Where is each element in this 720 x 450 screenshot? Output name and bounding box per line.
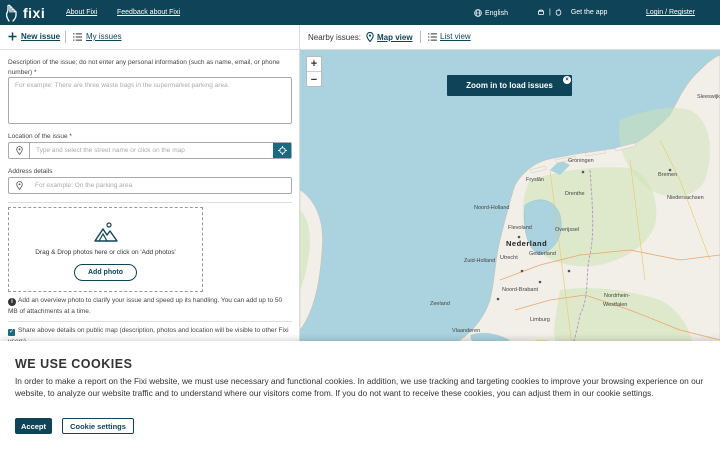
map-label-zuid-holland: Zuid-Holland: [464, 258, 496, 264]
map-label-niedersachsen: Niedersachsen: [667, 195, 704, 201]
top-navigation: fixi About Fixi Feedback about Fixi Engl…: [0, 0, 720, 25]
zoom-in-message: Zoom in to load issues: [447, 75, 572, 96]
accept-cookies-button[interactable]: Accept: [15, 418, 52, 434]
location-pin-icon: [9, 143, 30, 158]
tab-new-issue[interactable]: New issue: [8, 32, 60, 41]
list-icon: [73, 32, 82, 41]
map-label-sleeswijk: Sleeswijk: [697, 94, 720, 100]
tab-divider: [65, 31, 66, 43]
cookie-settings-button[interactable]: Cookie settings: [62, 418, 134, 434]
plus-icon: [8, 32, 17, 41]
description-placeholder: For example: There are three waste bags …: [15, 82, 228, 89]
zoom-out-button[interactable]: −: [307, 72, 321, 87]
zoom-control: + −: [306, 56, 322, 87]
get-app-label: Get the app: [570, 8, 608, 16]
location-placeholder: Type and select the street name or click…: [36, 147, 185, 154]
fixi-logo[interactable]: fixi: [5, 3, 45, 22]
map-label-westfalen: Westfalen: [603, 302, 628, 308]
divider: [8, 202, 292, 203]
nav-feedback-link[interactable]: Feedback about Fixi: [117, 9, 180, 16]
zoom-in-button[interactable]: +: [307, 57, 321, 72]
map-label-flevoland: Flevoland: [508, 225, 532, 231]
map-label-groningen: Groningen: [568, 158, 594, 164]
nav-about-link[interactable]: About Fixi: [66, 9, 97, 16]
address-pin-icon: [9, 178, 30, 193]
map-label-overijssel: Overijssel: [555, 227, 580, 233]
location-label: Location of the issue *: [8, 133, 72, 140]
tab-my-issues[interactable]: My issues: [73, 32, 122, 41]
nearby-issues-label: Nearby issues:: [308, 33, 361, 42]
tab-new-issue-label: New issue: [21, 32, 61, 41]
description-label: Description of the issue; do not enter a…: [8, 59, 280, 76]
info-icon: i: [8, 298, 16, 306]
address-input[interactable]: For example: On the parking area: [30, 178, 291, 193]
photo-dropzone[interactable]: Drag & Drop photos here or click on 'Add…: [8, 207, 203, 292]
address-field: For example: On the parking area: [8, 177, 292, 194]
form-tab-bar: New issue My issues: [0, 25, 300, 50]
gps-locate-button[interactable]: [273, 143, 291, 158]
photo-info: i Add an overview photo to clarify your i…: [8, 295, 292, 317]
hand-icon: [5, 4, 17, 22]
share-checkbox[interactable]: ✓: [8, 329, 15, 336]
apple-icon: [555, 8, 562, 16]
map-toolbar: Nearby issues: Map view List view: [300, 25, 720, 50]
location-field: Type and select the street name or click…: [8, 142, 292, 159]
address-placeholder: For example: On the parking area: [35, 182, 133, 189]
close-zoom-message-button[interactable]: ×: [563, 76, 571, 84]
map-label-utrecht: Utrecht: [500, 255, 518, 261]
map-label-friesland: Fryslân: [526, 177, 545, 183]
location-input[interactable]: Type and select the street name or click…: [30, 143, 273, 158]
logo-text: fixi: [23, 4, 46, 21]
list-view-label: List view: [440, 32, 471, 41]
map-label-nordrhein: Nordrhein-: [604, 293, 630, 299]
photo-mountain-icon: [94, 222, 118, 242]
map-view-label: Map view: [377, 32, 413, 42]
crosshair-icon: [277, 146, 287, 155]
photo-info-text: Add an overview photo to clarify your is…: [8, 297, 283, 315]
list-icon: [428, 32, 437, 41]
android-icon: [538, 9, 544, 15]
globe-icon: [474, 9, 482, 17]
map-label-bremen: Bremen: [658, 172, 678, 178]
zoom-in-message-text: Zoom in to load issues: [466, 81, 553, 90]
language-label: English: [485, 9, 508, 17]
view-divider: [420, 31, 421, 43]
add-photo-button[interactable]: Add photo: [74, 264, 137, 281]
map-label-noord-brabant: Noord-Brabant: [502, 287, 539, 293]
cookie-text: In order to make a report on the Fixi we…: [15, 376, 704, 398]
address-label: Address details: [8, 168, 53, 175]
dropzone-text: Drag & Drop photos here or click on 'Add…: [35, 249, 176, 256]
app-separator: |: [549, 8, 551, 16]
login-register-link[interactable]: Login / Register: [646, 9, 695, 16]
get-app-link[interactable]: | Get the app: [537, 8, 607, 16]
map-label-limburg: Limburg: [530, 317, 550, 323]
language-selector[interactable]: English: [474, 9, 508, 17]
map-view-toggle[interactable]: Map view: [366, 32, 413, 42]
map-label-zeeland: Zeeland: [430, 301, 450, 307]
map-pin-icon: [366, 32, 374, 42]
description-textarea[interactable]: For example: There are three waste bags …: [8, 77, 292, 124]
divider: [8, 321, 292, 322]
map-label-vlaanderen: Vlaanderen: [452, 328, 481, 334]
map-label-gelderland: Gelderland: [529, 251, 556, 257]
list-view-toggle[interactable]: List view: [428, 32, 471, 41]
map-label-nederland: Nederland: [506, 239, 548, 248]
map-label-drenthe: Drenthe: [565, 191, 585, 197]
tab-my-issues-label: My issues: [86, 32, 122, 41]
map-label-noord-holland: Noord-Holland: [474, 205, 510, 211]
cookie-banner: WE USE COOKIES In order to make a report…: [0, 341, 720, 450]
cookie-title: WE USE COOKIES: [15, 357, 133, 371]
